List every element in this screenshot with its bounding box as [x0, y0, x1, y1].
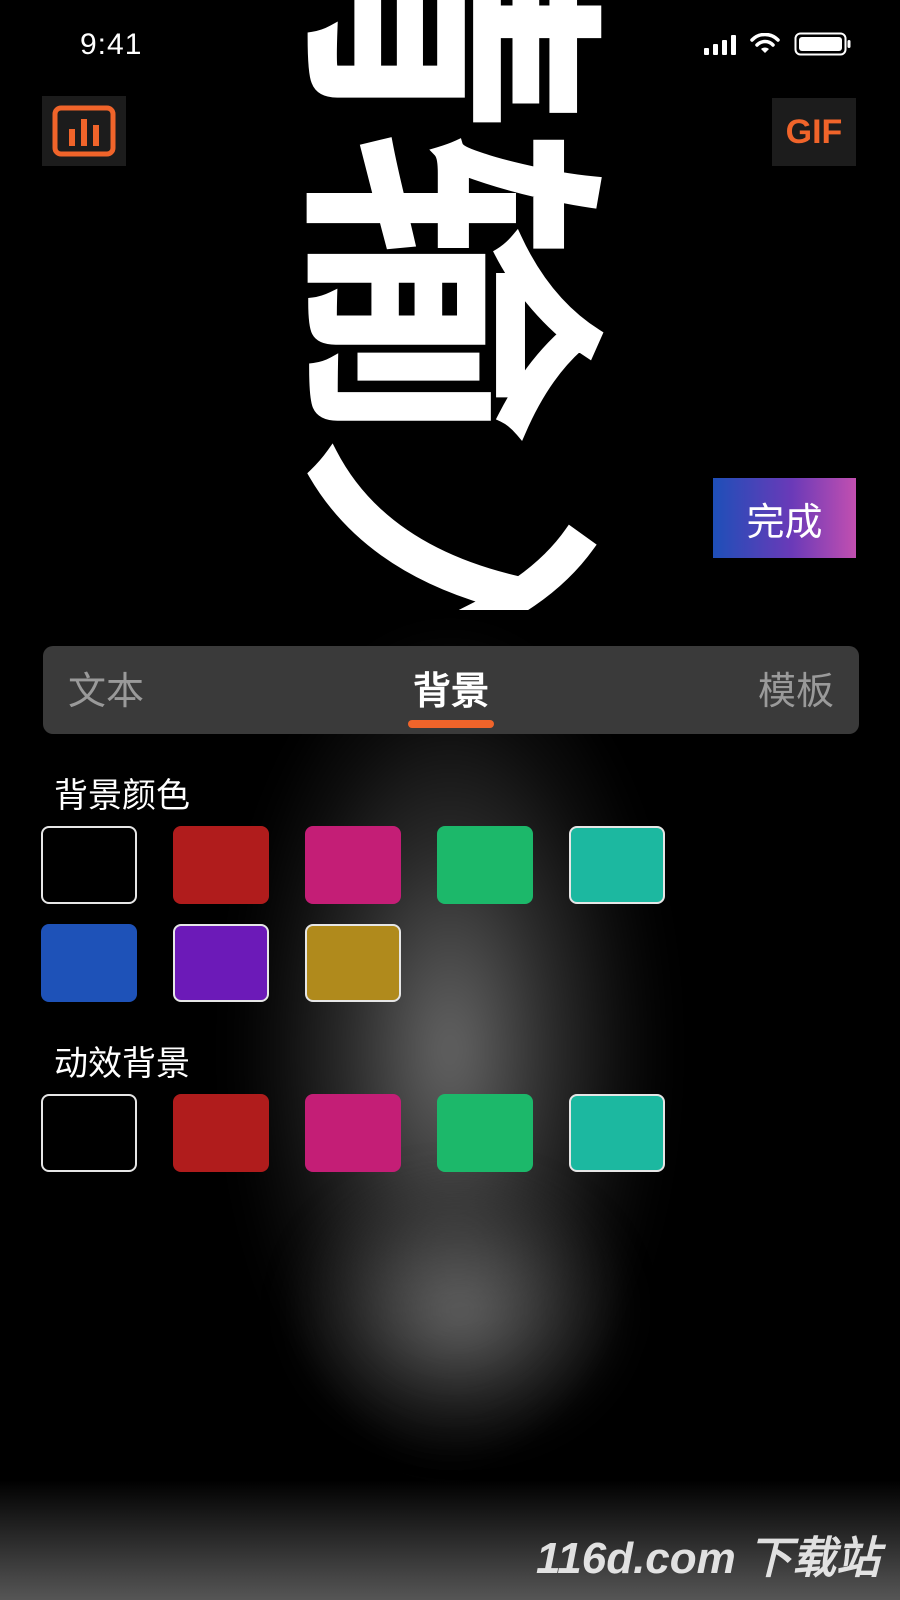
- chart-button[interactable]: [42, 96, 126, 166]
- background-glow-lower: [300, 1180, 620, 1440]
- bg-color-swatch[interactable]: [437, 826, 533, 904]
- background-glow: [240, 640, 660, 1460]
- bg-color-swatch[interactable]: [173, 924, 269, 1002]
- tab-template[interactable]: 模板: [758, 660, 834, 715]
- bar-chart-icon: [52, 105, 116, 157]
- battery-icon: [794, 32, 852, 56]
- status-time: 9:41: [80, 28, 143, 61]
- background-color-row-1: [41, 826, 665, 904]
- background-color-row-2: [41, 924, 401, 1002]
- background-colors-title: 背景颜色: [54, 776, 190, 816]
- animated-bg-swatch[interactable]: [437, 1094, 533, 1172]
- preview-text: 请输入: [262, 0, 622, 610]
- tab-bar: 文本 背景 模板: [43, 646, 859, 734]
- bg-color-swatch[interactable]: [173, 826, 269, 904]
- watermark: 116d.com 下载站: [536, 1534, 880, 1583]
- done-button[interactable]: 完成: [713, 478, 856, 558]
- bg-color-swatch[interactable]: [41, 826, 137, 904]
- animated-bg-swatch[interactable]: [569, 1094, 665, 1172]
- status-icons: [704, 32, 852, 56]
- cellular-signal-icon: [704, 33, 736, 55]
- gif-button[interactable]: GIF: [772, 98, 856, 166]
- status-bar: 9:41: [0, 0, 900, 90]
- text-preview: 请输入: [262, 0, 622, 610]
- wifi-icon: [750, 33, 780, 55]
- tab-text[interactable]: 文本: [68, 660, 144, 715]
- animated-background-title: 动效背景: [54, 1044, 190, 1084]
- animated-background-row: [41, 1094, 665, 1172]
- bg-color-swatch[interactable]: [41, 924, 137, 1002]
- bg-color-swatch[interactable]: [569, 826, 665, 904]
- animated-bg-swatch[interactable]: [305, 1094, 401, 1172]
- active-tab-indicator: [408, 720, 494, 728]
- bg-color-swatch[interactable]: [305, 826, 401, 904]
- animated-bg-swatch[interactable]: [41, 1094, 137, 1172]
- animated-bg-swatch[interactable]: [173, 1094, 269, 1172]
- tab-background[interactable]: 背景: [391, 660, 511, 715]
- bg-color-swatch[interactable]: [305, 924, 401, 1002]
